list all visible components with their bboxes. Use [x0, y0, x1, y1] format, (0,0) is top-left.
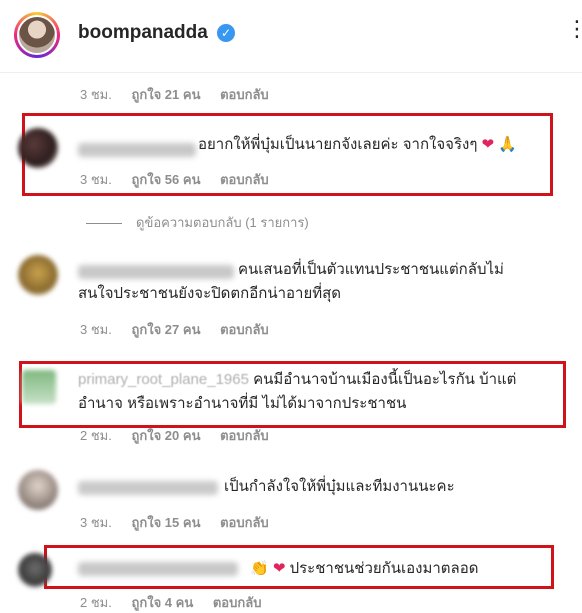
comment-meta: 3 ชม. ถูกใจ 27 คน ตอบกลับ — [80, 319, 285, 340]
reply-button[interactable]: ตอบกลับ — [220, 428, 269, 443]
clap-heart-emoji-icon: 👏 ❤ — [250, 560, 286, 577]
comment-meta: 3 ชม. ถูกใจ 56 คน ตอบกลับ — [80, 169, 285, 190]
commenter-username-blurred[interactable] — [78, 562, 238, 576]
commenter-username[interactable]: primary_root_plane_1965 — [78, 371, 249, 388]
comment-text: อยากให้พี่บุ๋มเป็นนายกจังเลยค่ะ จากใจจริ… — [198, 136, 517, 153]
comment-likes[interactable]: ถูกใจ 20 คน — [131, 428, 200, 443]
comment-text: เป็นกำลังใจให้พี่บุ๋มและทีมงานนะคะ — [224, 478, 455, 495]
commenter-avatar[interactable] — [18, 470, 58, 510]
view-replies-button[interactable]: ดูข้อความตอบกลับ (1 รายการ) — [86, 212, 309, 233]
comment-meta: 2 ชม. ถูกใจ 4 คน ตอบกลับ — [80, 592, 277, 613]
comment-time: 3 ชม. — [80, 172, 112, 187]
commenter-username-blurred[interactable] — [78, 143, 196, 157]
comment-meta: 3 ชม. ถูกใจ 15 คน ตอบกลับ — [80, 512, 285, 533]
comment-time: 3 ชม. — [80, 87, 112, 102]
commenter-avatar[interactable] — [18, 255, 58, 295]
comment-meta: 2 ชม. ถูกใจ 20 คน ตอบกลับ — [80, 425, 285, 446]
comment-meta: 3 ชม. ถูกใจ 21 คน ตอบกลับ — [80, 84, 285, 105]
comment-text: คนเสนอที่เป็นตัวแทนประชาชนแต่กลับไม่สนใจ… — [78, 261, 504, 302]
comment-likes[interactable]: ถูกใจ 21 คน — [131, 87, 200, 102]
comment-text: 👏 ❤ ประชาชนช่วยกันเองมาตลอด — [250, 560, 479, 577]
reply-button[interactable]: ตอบกลับ — [220, 515, 269, 530]
comment-likes[interactable]: ถูกใจ 56 คน — [131, 172, 200, 187]
commenter-avatar[interactable] — [18, 553, 52, 587]
reply-button[interactable]: ตอบกลับ — [220, 172, 269, 187]
comment-likes[interactable]: ถูกใจ 15 คน — [131, 515, 200, 530]
heart-emoji-icon: ❤ 🙏 — [481, 136, 517, 153]
comment-likes[interactable]: ถูกใจ 27 คน — [131, 322, 200, 337]
profile-username[interactable]: boompanadda — [78, 22, 208, 44]
verified-badge-icon: ✓ — [217, 24, 235, 42]
more-options-icon[interactable]: ⋮ — [566, 18, 582, 40]
reply-button[interactable]: ตอบกลับ — [220, 322, 269, 337]
comment-time: 2 ชม. — [80, 428, 112, 443]
commenter-avatar[interactable] — [18, 128, 58, 168]
comment-text: primary_root_plane_1965 คนมีอำนาจบ้านเมื… — [78, 371, 517, 412]
reply-button[interactable]: ตอบกลับ — [220, 87, 269, 102]
comment-time: 3 ชม. — [80, 322, 112, 337]
commenter-avatar[interactable] — [22, 370, 56, 404]
post-header: boompanadda ✓ ⋮ — [0, 0, 582, 73]
profile-avatar[interactable] — [14, 12, 60, 58]
comment-time: 3 ชม. — [80, 515, 112, 530]
